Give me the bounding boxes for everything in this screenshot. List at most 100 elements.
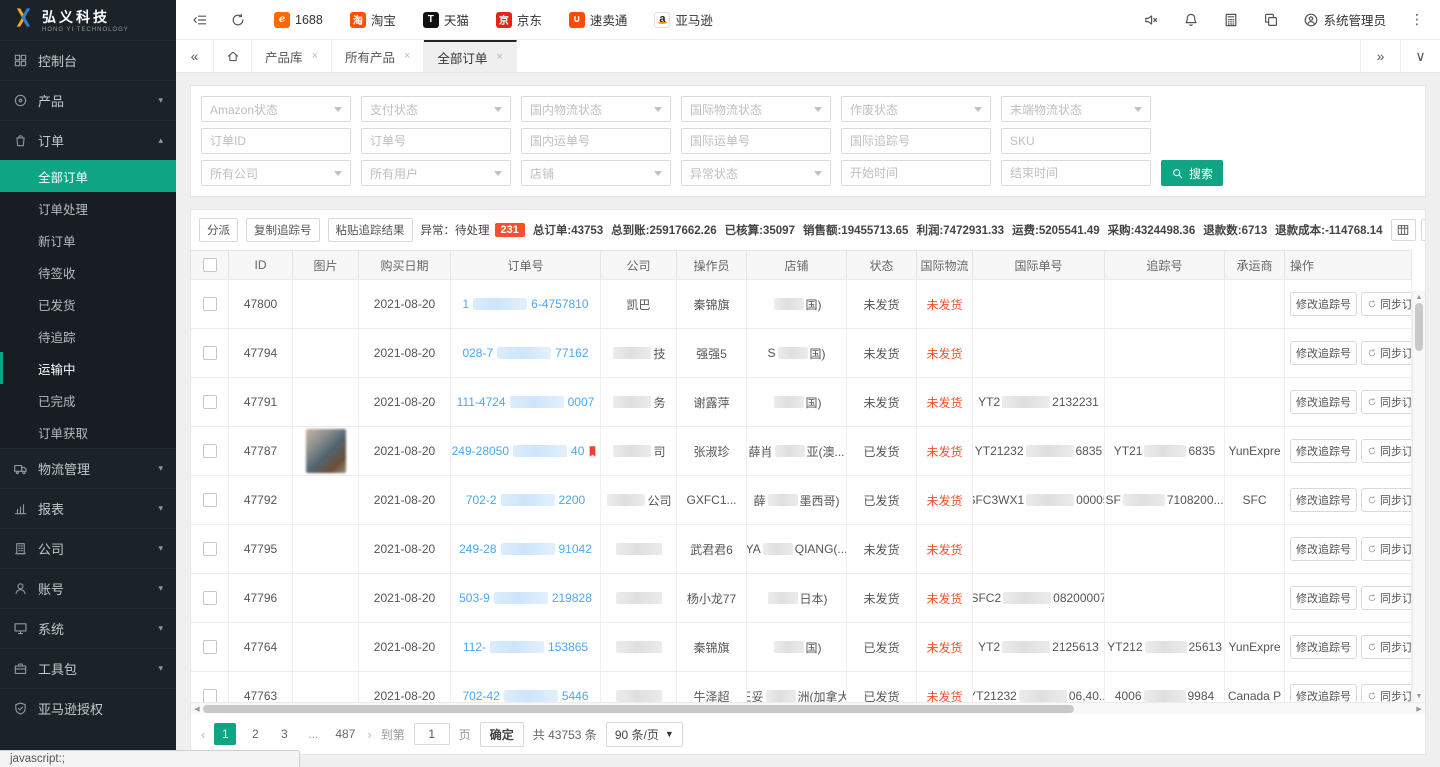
row-checkbox[interactable] xyxy=(203,689,217,702)
intl-logistics-status-select[interactable]: 国际物流状态 xyxy=(681,96,831,122)
edit-tracking-button[interactable]: 修改追踪号 xyxy=(1290,292,1357,316)
clone-icon[interactable] xyxy=(1263,12,1279,28)
tabs-dropdown-icon[interactable]: ∨ xyxy=(1400,40,1440,72)
product-thumbnail[interactable] xyxy=(306,429,346,473)
row-checkbox[interactable] xyxy=(203,591,217,605)
sync-order-button[interactable]: 同步订单 xyxy=(1361,390,1412,414)
mute-icon[interactable] xyxy=(1143,12,1159,28)
tabs-scroll-left-icon[interactable]: « xyxy=(176,40,214,72)
row-checkbox[interactable] xyxy=(203,346,217,360)
horizontal-scroll-thumb[interactable] xyxy=(203,705,1074,713)
sidebar-item-accounts[interactable]: 账号▾ xyxy=(0,568,176,608)
pay-status-select[interactable]: 支付状态 xyxy=(361,96,511,122)
edit-tracking-button[interactable]: 修改追踪号 xyxy=(1290,390,1357,414)
sidebar-item-shipped[interactable]: 已发货 xyxy=(0,288,176,320)
tab-close-icon[interactable]: × xyxy=(496,51,502,63)
sidebar-collapse-icon[interactable] xyxy=(192,12,208,28)
marketplace-link-taobao[interactable]: 淘淘宝 xyxy=(350,10,396,29)
flag-icon[interactable] xyxy=(586,445,599,458)
marketplace-link-amazon[interactable]: a亚马逊 xyxy=(654,10,713,29)
intl-waybill-no-input[interactable] xyxy=(681,128,831,154)
row-checkbox[interactable] xyxy=(203,395,217,409)
order-no-link[interactable]: 702-425446 xyxy=(462,689,588,702)
marketplace-link-tmall[interactable]: T天猫 xyxy=(423,10,469,29)
sync-order-button[interactable]: 同步订单 xyxy=(1361,439,1412,463)
order-no-input[interactable] xyxy=(361,128,511,154)
prev-page-icon[interactable]: ‹ xyxy=(201,727,205,742)
order-no-link[interactable]: 702-22200 xyxy=(466,493,585,507)
domestic-waybill-no-input[interactable] xyxy=(521,128,671,154)
exception-count-badge[interactable]: 231 xyxy=(495,223,525,237)
user-menu[interactable]: 系统管理员 xyxy=(1303,10,1386,29)
page-number[interactable]: 1 xyxy=(214,723,236,745)
user-select-select[interactable]: 所有用户 xyxy=(361,160,511,186)
row-checkbox[interactable] xyxy=(203,444,217,458)
sync-order-button[interactable]: 同步订单 xyxy=(1361,292,1412,316)
sidebar-item-reports[interactable]: 报表▾ xyxy=(0,488,176,528)
dispatch-button[interactable]: 分派 xyxy=(199,218,238,242)
page-size-select[interactable]: 90 条/页 ▼ xyxy=(606,722,683,747)
paste-tracking-result-button[interactable]: 粘贴追踪结果 xyxy=(328,218,413,242)
sidebar-item-orders[interactable]: 订单▴ xyxy=(0,120,176,160)
scroll-down-icon[interactable]: ▼ xyxy=(1416,690,1423,702)
sync-order-button[interactable]: 同步订单 xyxy=(1361,586,1412,610)
sidebar-item-system[interactable]: 系统▾ xyxy=(0,608,176,648)
tab-product-library[interactable]: 产品库× xyxy=(252,40,332,72)
row-checkbox[interactable] xyxy=(203,640,217,654)
order-no-link[interactable]: 111-47240007 xyxy=(457,395,595,409)
order-no-link[interactable]: 503-9219828 xyxy=(459,591,592,605)
next-page-icon[interactable]: › xyxy=(367,727,371,742)
sync-order-button[interactable]: 同步订单 xyxy=(1361,488,1412,512)
export-button[interactable] xyxy=(1421,219,1426,241)
page-number[interactable]: 2 xyxy=(245,723,265,745)
sku-input[interactable] xyxy=(1001,128,1151,154)
kebab-menu-icon[interactable]: ⋮ xyxy=(1410,11,1424,28)
edit-tracking-button[interactable]: 修改追踪号 xyxy=(1290,586,1357,610)
copy-tracking-button[interactable]: 复制追踪号 xyxy=(246,218,320,242)
goto-confirm-button[interactable]: 确定 xyxy=(480,722,524,747)
intl-tracking-no-input[interactable] xyxy=(841,128,991,154)
sync-order-button[interactable]: 同步订单 xyxy=(1361,684,1412,702)
home-tab-icon[interactable] xyxy=(214,40,252,72)
refresh-icon[interactable] xyxy=(230,12,246,28)
scroll-up-icon[interactable]: ▲ xyxy=(1416,291,1423,303)
page-number[interactable]: 3 xyxy=(274,723,294,745)
edit-tracking-button[interactable]: 修改追踪号 xyxy=(1290,439,1357,463)
sidebar-item-order-fetch[interactable]: 订单获取 xyxy=(0,416,176,448)
scroll-right-icon[interactable]: ▶ xyxy=(1413,705,1425,713)
exception-status-select[interactable]: 异常状态 xyxy=(681,160,831,186)
edit-tracking-button[interactable]: 修改追踪号 xyxy=(1290,684,1357,702)
sidebar-item-pending-tracking[interactable]: 待追踪 xyxy=(0,320,176,352)
sidebar-item-amazon-auth[interactable]: 亚马逊授权 xyxy=(0,688,176,728)
tab-all-products[interactable]: 所有产品× xyxy=(332,40,424,72)
shop-select-select[interactable]: 店铺 xyxy=(521,160,671,186)
tab-close-icon[interactable]: × xyxy=(312,50,318,62)
order-no-link[interactable]: 249-2891042 xyxy=(459,542,592,556)
sync-order-button[interactable]: 同步订单 xyxy=(1361,635,1412,659)
start-time-input[interactable] xyxy=(841,160,991,186)
order-id-input[interactable] xyxy=(201,128,351,154)
order-no-link[interactable]: 028-777162 xyxy=(462,346,588,360)
order-no-link[interactable]: 112-153865 xyxy=(463,640,588,654)
sidebar-item-toolbox[interactable]: 工具包▾ xyxy=(0,648,176,688)
edit-tracking-button[interactable]: 修改追踪号 xyxy=(1290,537,1357,561)
tab-close-icon[interactable]: × xyxy=(404,50,410,62)
select-all-checkbox[interactable] xyxy=(203,258,217,272)
tab-all-orders[interactable]: 全部订单× xyxy=(424,40,516,72)
sidebar-item-order-processing[interactable]: 订单处理 xyxy=(0,192,176,224)
sidebar-item-logistics[interactable]: 物流管理▾ xyxy=(0,448,176,488)
void-status-select[interactable]: 作废状态 xyxy=(841,96,991,122)
edit-tracking-button[interactable]: 修改追踪号 xyxy=(1290,341,1357,365)
row-checkbox[interactable] xyxy=(203,493,217,507)
company-select-select[interactable]: 所有公司 xyxy=(201,160,351,186)
last-mile-status-select[interactable]: 末端物流状态 xyxy=(1001,96,1151,122)
marketplace-link-aliexpress[interactable]: ∪速卖通 xyxy=(569,10,628,29)
tabs-scroll-right-icon[interactable]: » xyxy=(1360,40,1400,72)
domestic-logistics-status-select[interactable]: 国内物流状态 xyxy=(521,96,671,122)
edit-tracking-button[interactable]: 修改追踪号 xyxy=(1290,488,1357,512)
scroll-left-icon[interactable]: ◀ xyxy=(191,705,203,713)
sidebar-item-completed[interactable]: 已完成 xyxy=(0,384,176,416)
amazon-status-select[interactable]: Amazon状态 xyxy=(201,96,351,122)
marketplace-link-jd[interactable]: 京京东 xyxy=(496,10,542,29)
sidebar-item-console[interactable]: 控制台 xyxy=(0,40,176,80)
